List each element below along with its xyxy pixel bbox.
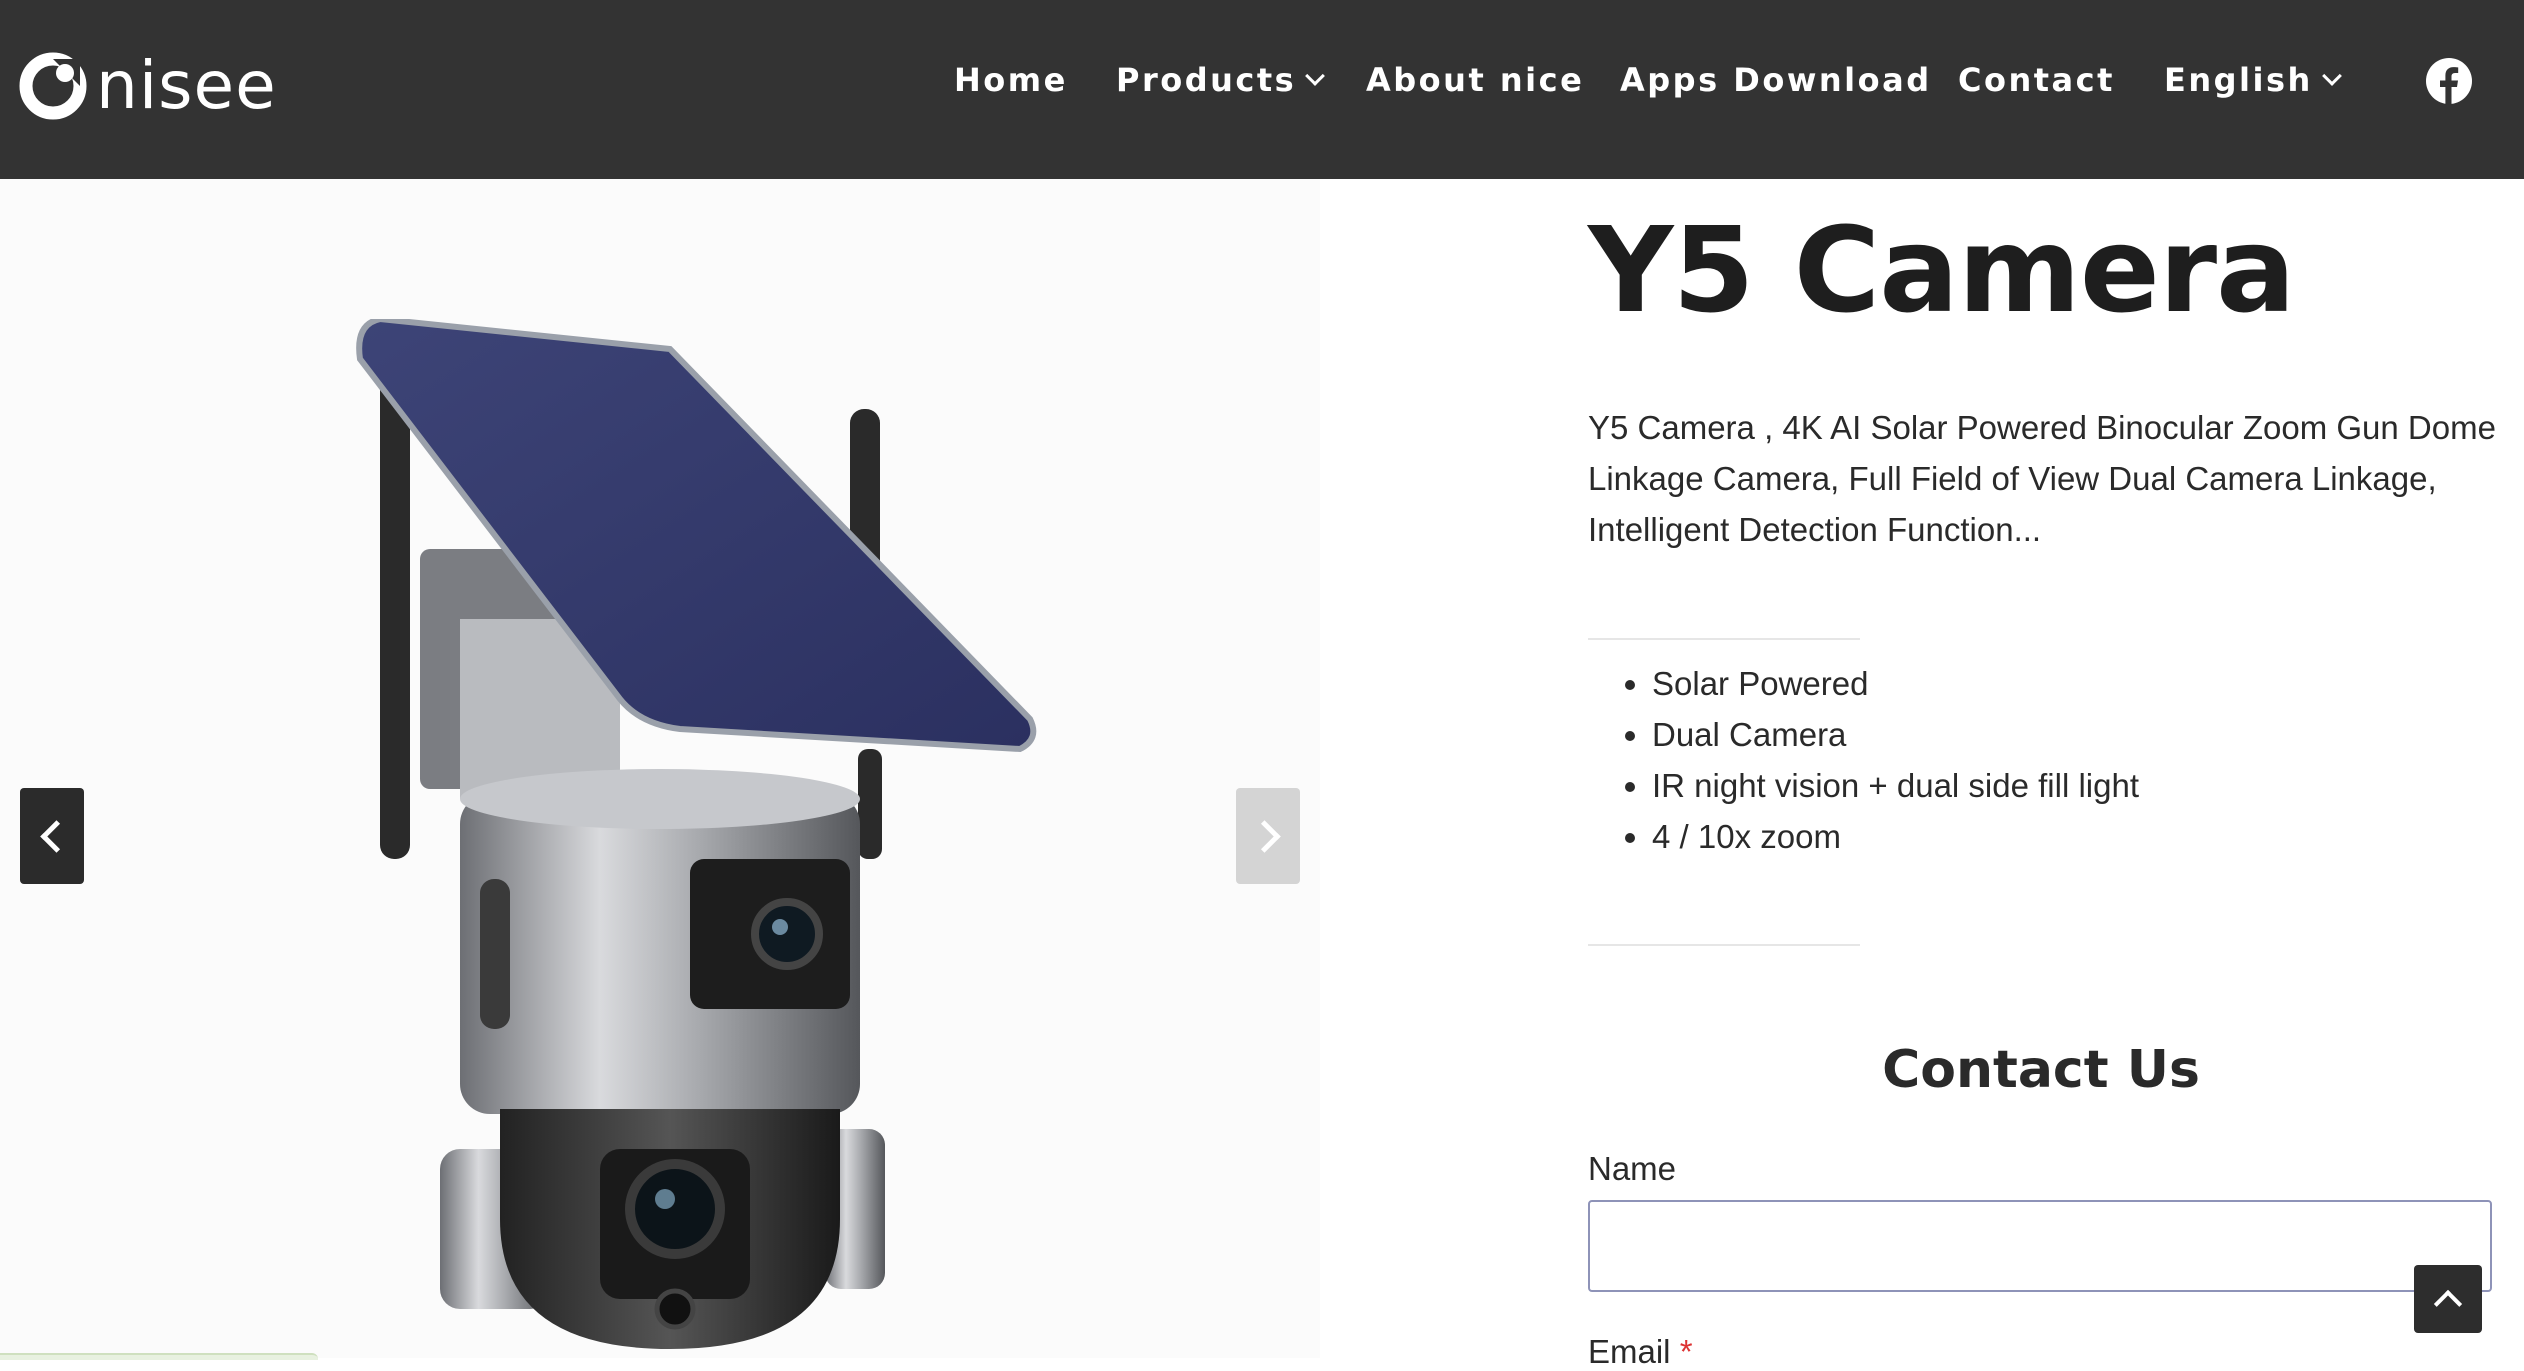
nav-about-label: About nice [1366, 61, 1585, 99]
language-label: English [2164, 61, 2313, 99]
divider [1588, 638, 1860, 640]
chevron-down-icon [2321, 66, 2342, 86]
language-selector[interactable]: English [2164, 58, 2342, 102]
name-field-label: Name [1588, 1150, 1677, 1187]
nav-products[interactable]: Products [1116, 58, 1326, 102]
chevron-down-icon [1305, 66, 1326, 86]
contact-form-title: Contact Us [1882, 1040, 2200, 1100]
chevron-right-icon [1247, 819, 1281, 853]
nav-home[interactable]: Home [954, 58, 1068, 102]
brand-name: nisee [96, 47, 277, 124]
divider [1588, 944, 1860, 946]
chevron-left-icon [39, 819, 73, 853]
floating-widget-tab[interactable] [0, 1353, 318, 1360]
nav-apps-download[interactable]: Apps Download [1620, 58, 1932, 102]
site-header: nisee Home Products About nice Apps Down… [0, 0, 2524, 179]
list-item: Solar Powered [1652, 658, 2139, 709]
nav-home-label: Home [954, 61, 1068, 99]
name-field[interactable] [1588, 1200, 2492, 1292]
list-item: 4 / 10x zoom [1652, 811, 2139, 862]
nav-about[interactable]: About nice [1366, 58, 1584, 102]
gallery-prev-button[interactable] [20, 788, 84, 884]
scroll-to-top-button[interactable] [2414, 1265, 2482, 1333]
nav-products-label: Products [1116, 61, 1297, 99]
chevron-up-icon [2433, 1289, 2463, 1319]
nav-contact[interactable]: Contact [1958, 58, 2115, 102]
email-label-text: Email [1588, 1333, 1671, 1370]
nav-contact-label: Contact [1958, 61, 2115, 99]
email-field-label: Email * [1588, 1333, 1693, 1371]
gallery-next-button[interactable] [1236, 788, 1300, 884]
product-title: Y5 Camera [1588, 201, 2296, 339]
product-gallery [0, 179, 1320, 1360]
product-image [356, 319, 1037, 1349]
facebook-icon[interactable] [2426, 58, 2472, 104]
feature-list: Solar Powered Dual Camera IR night visio… [1588, 658, 2139, 862]
brand-logo[interactable]: nisee [18, 48, 277, 124]
list-item: Dual Camera [1652, 709, 2139, 760]
logo-icon [19, 52, 87, 120]
product-description: Y5 Camera , 4K AI Solar Powered Binocula… [1588, 409, 2496, 548]
required-mark: * [1679, 1333, 1693, 1370]
list-item: IR night vision + dual side fill light [1652, 760, 2139, 811]
nav-apps-download-label: Apps Download [1620, 61, 1932, 99]
